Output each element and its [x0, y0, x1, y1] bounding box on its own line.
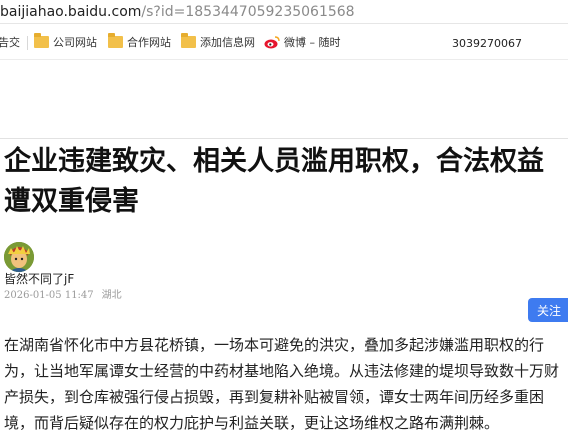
bookmark-weibo[interactable]: 微博 – 随时	[264, 33, 341, 51]
url-text[interactable]: baijiahao.baidu.com/s?id=185344705923506…	[0, 2, 355, 22]
bookmark-item-partial[interactable]: 告交	[0, 33, 20, 51]
article-page: 企业违建致灾、相关人员滥用职权，合法权益遭双重侵害 皆然不同了jF 2026-0…	[0, 60, 568, 432]
weibo-icon	[264, 36, 280, 49]
header-divider	[0, 138, 568, 139]
bookmark-company-sites[interactable]: 公司网站	[34, 33, 97, 51]
bookmark-label: 合作网站	[127, 36, 171, 49]
article-meta: 2026-01-05 11:47 湖北	[4, 286, 122, 301]
folder-icon	[181, 33, 196, 48]
publish-location: 湖北	[101, 290, 122, 301]
avatar-image	[4, 242, 34, 272]
url-path: /s?id=1853447059235061568	[141, 4, 355, 20]
bookmark-label: 添加信息网	[200, 36, 255, 49]
publish-date: 2026-01-05 11:47	[4, 290, 94, 301]
address-bar[interactable]: baijiahao.baidu.com/s?id=185344705923506…	[0, 0, 568, 24]
author-avatar[interactable]	[4, 242, 34, 272]
bookmarks-bar: 告交 公司网站 合作网站 添加信息网 微博 – 随时 3039270067	[0, 24, 568, 60]
follow-button[interactable]: 关注	[528, 298, 568, 322]
url-host: baijiahao.baidu.com	[0, 4, 142, 20]
toolbar-number: 3039270067	[452, 37, 522, 50]
article-body: 在湖南省怀化市中方县花桥镇，一场本可避免的洪灾，叠加多起涉嫌滥用职权的行为，让当…	[4, 336, 560, 432]
article-title: 企业违建致灾、相关人员滥用职权，合法权益遭双重侵害	[4, 146, 544, 217]
bookmark-separator	[27, 36, 28, 50]
bookmark-add-info[interactable]: 添加信息网	[181, 33, 255, 51]
folder-icon	[34, 33, 49, 48]
bookmark-label: 告交	[0, 36, 20, 49]
bookmark-partner-sites[interactable]: 合作网站	[108, 33, 171, 51]
bookmark-label: 微博 – 随时	[284, 36, 341, 49]
author-name[interactable]: 皆然不同了jF	[4, 270, 74, 287]
folder-icon	[108, 33, 123, 48]
bookmark-label: 公司网站	[53, 36, 97, 49]
